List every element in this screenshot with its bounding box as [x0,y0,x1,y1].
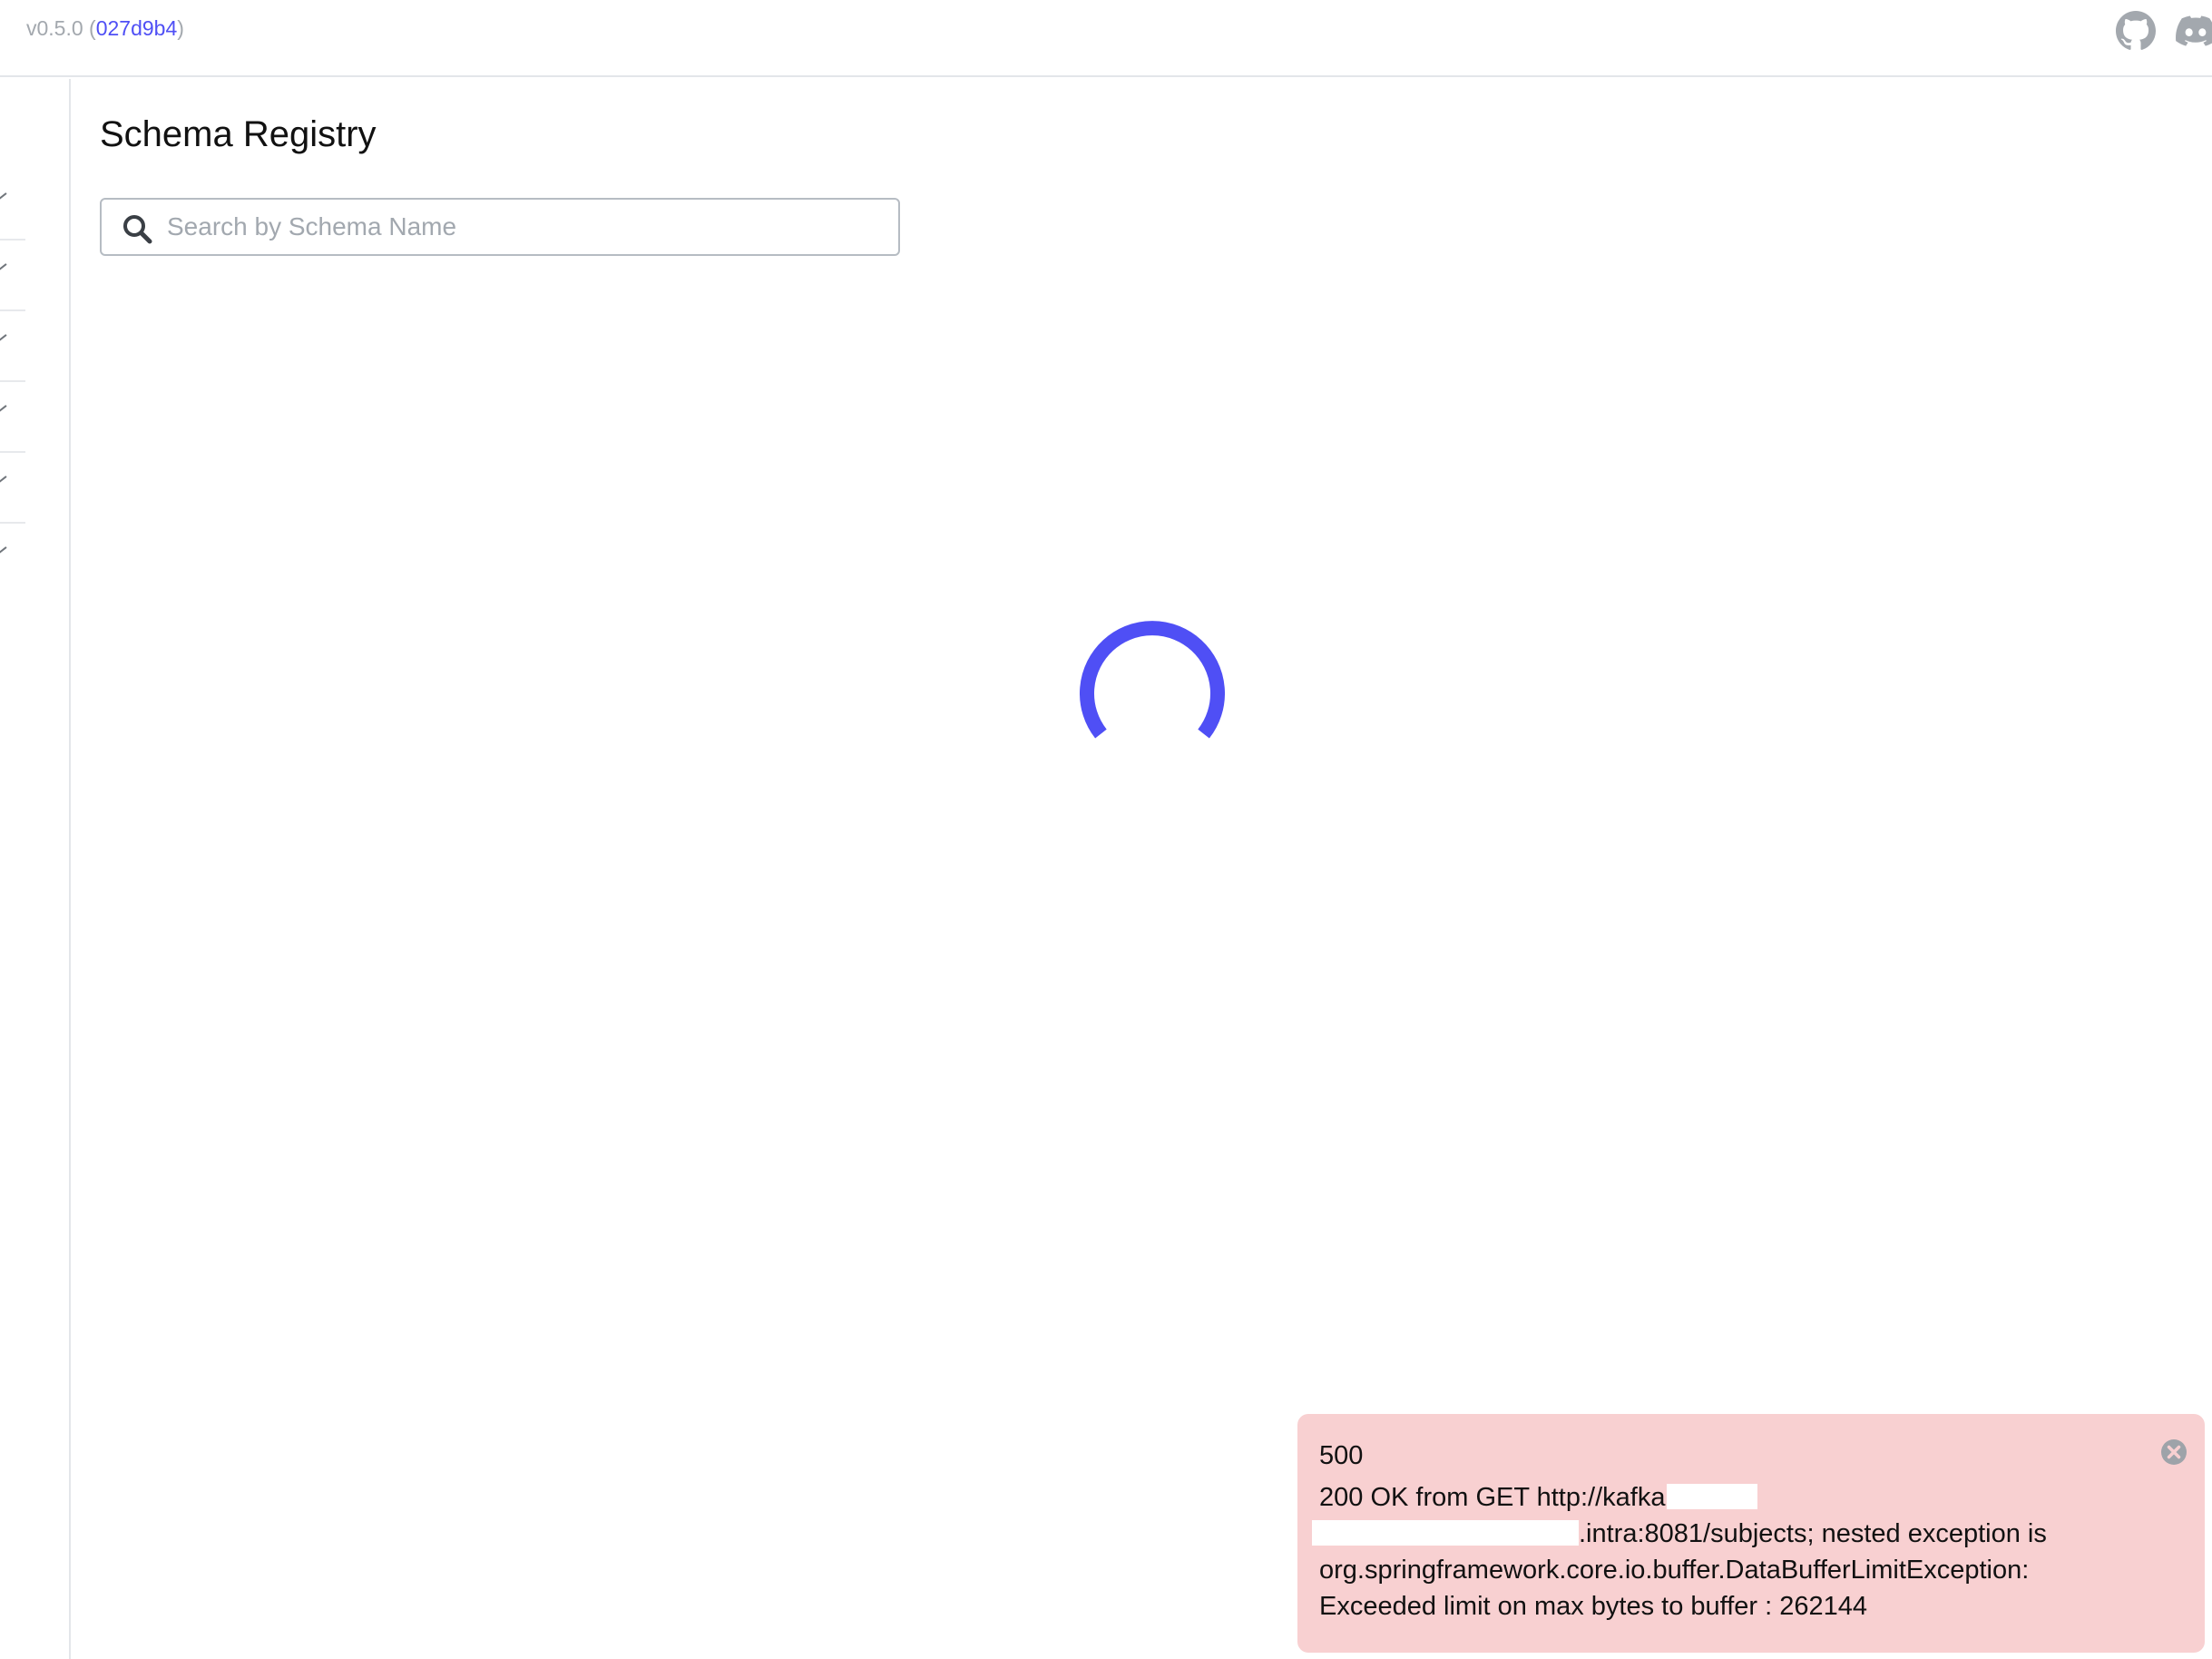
sidebar-item[interactable] [0,241,25,311]
search-box [100,198,900,256]
commit-close-paren: ) [177,16,184,40]
sidebar-item[interactable] [0,382,25,453]
top-bar: v0.5.0 (027d9b4) [0,0,2212,77]
sidebar-item[interactable] [0,170,25,241]
version-number: v0.5.0 [26,16,83,40]
github-link[interactable] [2116,11,2156,51]
chevron-icon [0,192,7,200]
discord-link[interactable] [2176,11,2212,51]
chevron-icon [0,546,7,554]
header-links [2116,11,2212,51]
error-line: org.springframework.core.io.buffer.DataB… [1319,1556,2030,1585]
redacted-block [1667,1484,1758,1509]
sidebar-item[interactable] [0,311,25,382]
close-toast-button[interactable] [2159,1438,2188,1467]
error-toast: 500 200 OK from GET http://kafka .intra:… [1297,1414,2205,1653]
error-code: 500 [1319,1441,1364,1470]
search-input[interactable] [167,205,884,249]
chevron-icon [0,263,7,270]
error-line: .intra:8081/subjects; nested exception i… [1312,1516,2118,1552]
chevron-icon [0,476,7,483]
close-circle-icon [2161,1439,2187,1465]
chevron-icon [0,405,7,412]
commit-open-paren: ( [83,16,96,40]
sidebar [0,79,71,1659]
loading-spinner [1080,621,1225,739]
error-line: 200 OK from GET http://kafka [1319,1479,2118,1516]
version-info: v0.5.0 (027d9b4) [26,16,184,41]
sidebar-item[interactable] [0,524,25,594]
github-icon [2116,11,2156,50]
error-line: Exceeded limit on max bytes to buffer : … [1319,1592,1867,1621]
error-line-text: .intra:8081/subjects; nested exception i… [1579,1519,2047,1548]
commit-link[interactable]: 027d9b4 [96,16,178,40]
chevron-icon [0,334,7,341]
search-icon [123,215,152,244]
page-title: Schema Registry [100,114,377,154]
redacted-block [1312,1520,1579,1546]
error-line-text: 200 OK from GET http://kafka [1319,1483,1666,1512]
sidebar-item[interactable] [0,453,25,524]
error-message: 200 OK from GET http://kafka .intra:8081… [1312,1479,2118,1625]
discord-icon [2176,15,2212,46]
